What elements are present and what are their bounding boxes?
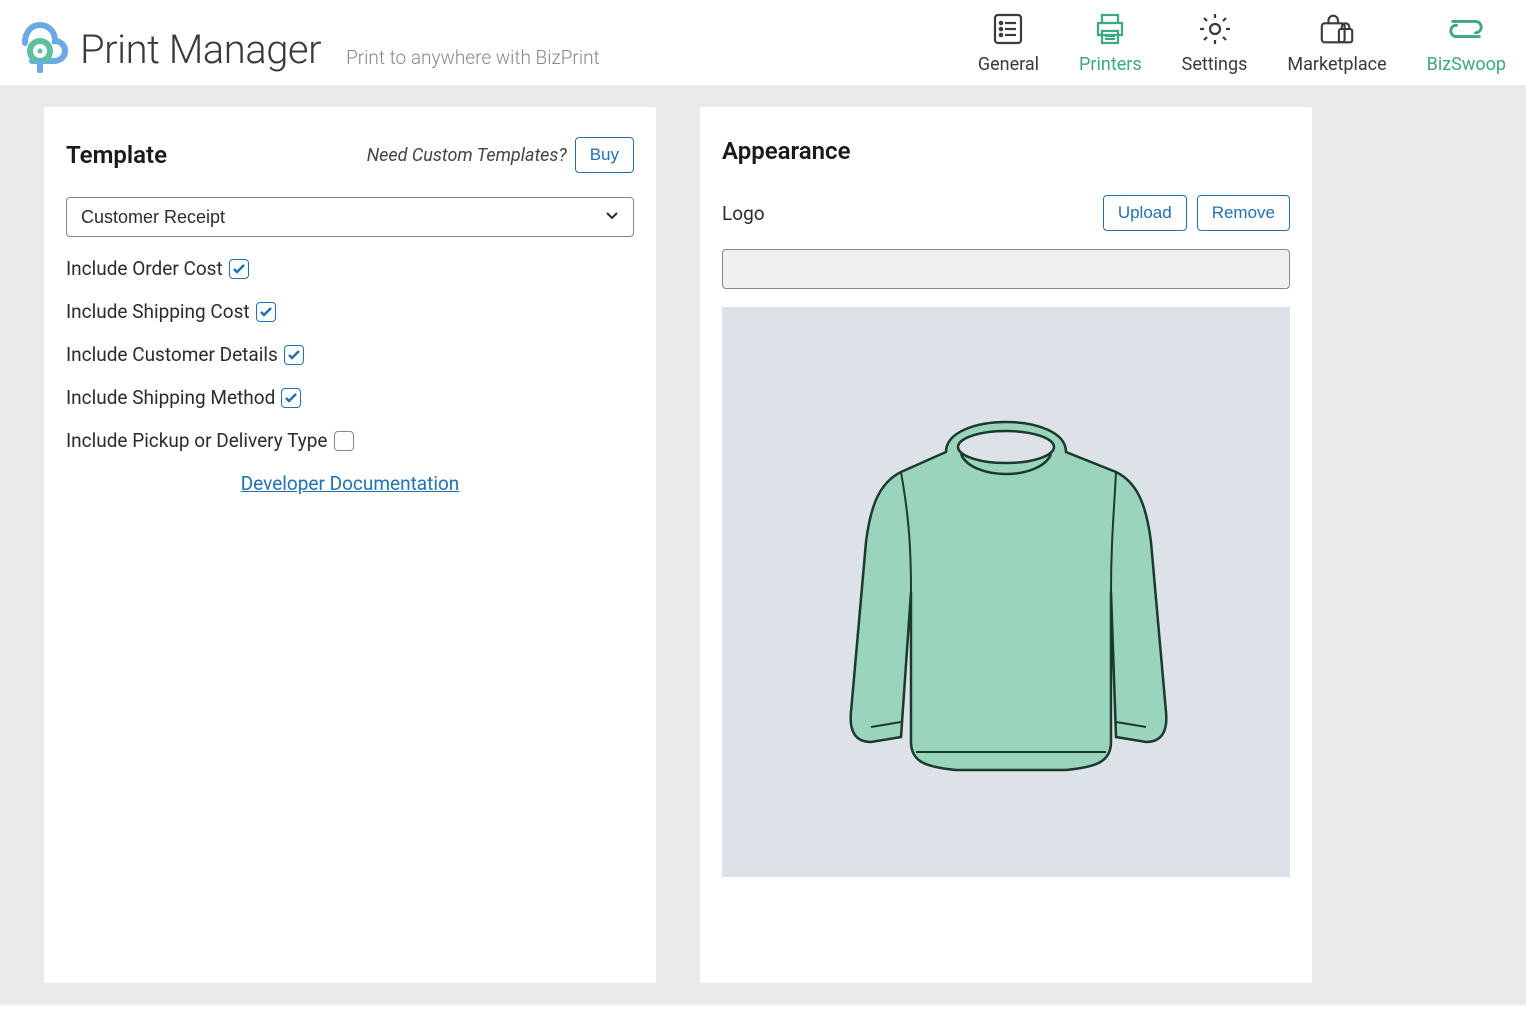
app-logo-icon — [10, 13, 70, 73]
top-nav: General Printers Settings — [978, 10, 1506, 75]
buy-area: Need Custom Templates? Buy — [367, 137, 634, 173]
nav-label: General — [978, 54, 1039, 75]
checkbox-shipping-method[interactable] — [281, 388, 301, 408]
checkbox-order-cost[interactable] — [229, 259, 249, 279]
logo-row: Logo Upload Remove — [722, 195, 1290, 231]
option-label: Include Shipping Method — [66, 386, 275, 409]
nav-item-settings[interactable]: Settings — [1182, 10, 1248, 75]
option-include-customer-details: Include Customer Details — [66, 343, 634, 366]
tagline: Print to anywhere with BizPrint — [346, 46, 600, 69]
checkbox-pickup-delivery[interactable] — [334, 431, 354, 451]
template-select-wrap: Customer Receipt — [66, 197, 634, 237]
main-content: Template Need Custom Templates? Buy Cust… — [0, 85, 1526, 1005]
option-include-order-cost: Include Order Cost — [66, 257, 634, 280]
option-include-pickup-delivery: Include Pickup or Delivery Type — [66, 429, 634, 452]
buy-button[interactable]: Buy — [575, 137, 634, 173]
option-label: Include Order Cost — [66, 257, 223, 280]
appearance-title: Appearance — [722, 137, 1290, 165]
nav-label: Settings — [1182, 54, 1248, 75]
developer-docs-link[interactable]: Developer Documentation — [66, 472, 634, 495]
checkbox-shipping-cost[interactable] — [256, 302, 276, 322]
nav-item-general[interactable]: General — [978, 10, 1039, 75]
template-panel: Template Need Custom Templates? Buy Cust… — [44, 107, 656, 983]
template-select[interactable]: Customer Receipt — [66, 197, 634, 237]
logo-buttons: Upload Remove — [1103, 195, 1290, 231]
list-icon — [989, 10, 1027, 48]
option-label: Include Pickup or Delivery Type — [66, 429, 328, 452]
logo-path-input[interactable] — [722, 249, 1290, 289]
appearance-panel: Appearance Logo Upload Remove — [700, 107, 1312, 983]
remove-button[interactable]: Remove — [1197, 195, 1290, 231]
nav-label: Printers — [1079, 54, 1142, 75]
bizswoop-icon — [1447, 10, 1485, 48]
nav-item-bizswoop[interactable]: BizSwoop — [1427, 10, 1506, 75]
custom-templates-prompt: Need Custom Templates? — [367, 145, 567, 166]
printer-icon — [1091, 10, 1129, 48]
template-title: Template — [66, 141, 167, 169]
shopping-bag-icon — [1318, 10, 1356, 48]
checkbox-customer-details[interactable] — [284, 345, 304, 365]
gear-icon — [1196, 10, 1234, 48]
logo-preview — [722, 307, 1290, 877]
nav-label: Marketplace — [1287, 54, 1386, 75]
option-include-shipping-cost: Include Shipping Cost — [66, 300, 634, 323]
shirt-illustration-icon — [816, 392, 1196, 792]
header: Print Manager Print to anywhere with Biz… — [0, 0, 1526, 85]
logo-area: Print Manager Print to anywhere with Biz… — [10, 13, 600, 73]
nav-item-marketplace[interactable]: Marketplace — [1287, 10, 1386, 75]
logo-label: Logo — [722, 202, 765, 225]
nav-item-printers[interactable]: Printers — [1079, 10, 1142, 75]
nav-label: BizSwoop — [1427, 54, 1506, 75]
option-label: Include Customer Details — [66, 343, 278, 366]
option-label: Include Shipping Cost — [66, 300, 250, 323]
template-panel-header: Template Need Custom Templates? Buy — [66, 137, 634, 173]
upload-button[interactable]: Upload — [1103, 195, 1187, 231]
app-title: Print Manager — [80, 26, 321, 73]
option-include-shipping-method: Include Shipping Method — [66, 386, 634, 409]
